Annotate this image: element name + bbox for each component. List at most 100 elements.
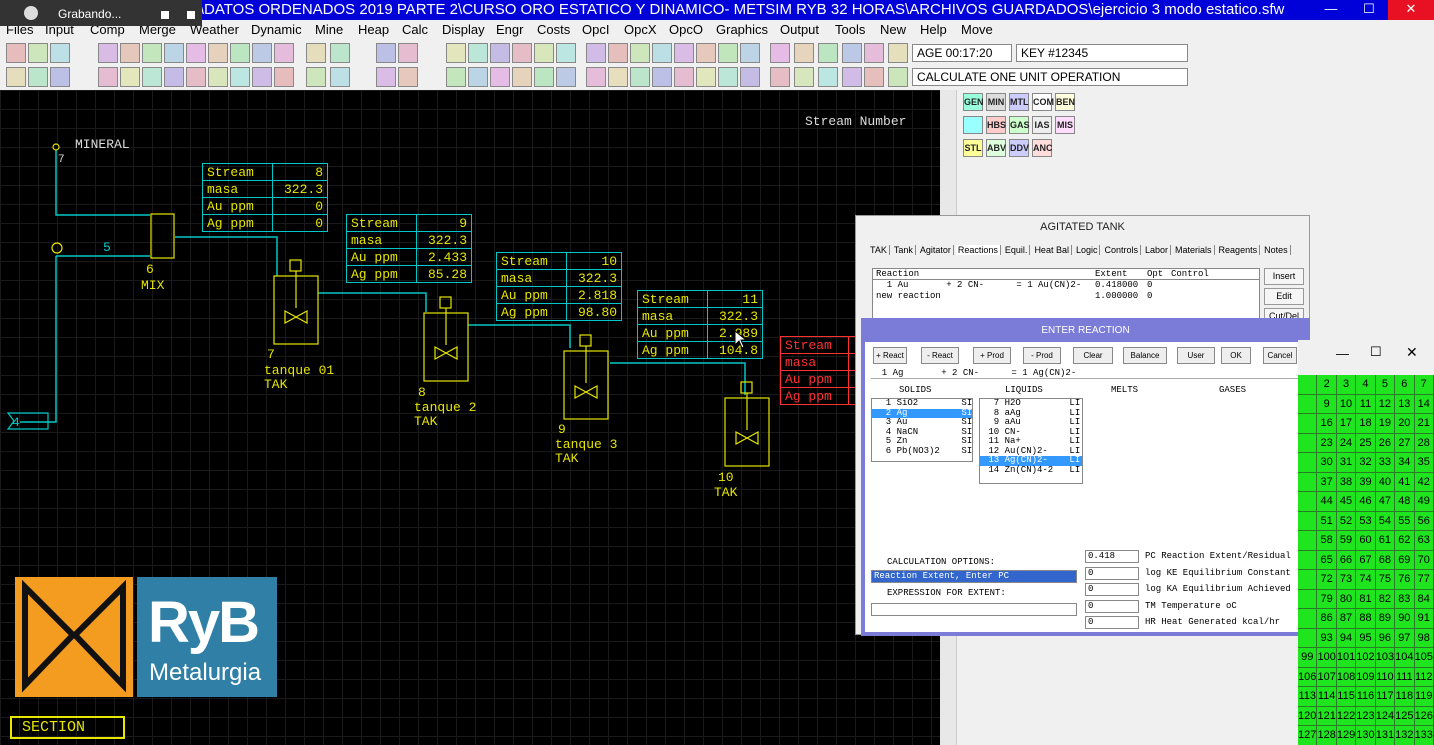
- prod-button[interactable]: + Prod: [973, 347, 1011, 364]
- tab-reagents[interactable]: Reagents: [1217, 245, 1261, 255]
- grid-cell[interactable]: 104: [1395, 648, 1415, 668]
- param-input[interactable]: 0: [1085, 583, 1139, 596]
- grid-cell[interactable]: 23: [1317, 433, 1337, 453]
- tab-heatbal[interactable]: Heat Bal: [1032, 245, 1072, 255]
- grid-cell[interactable]: 2: [1317, 375, 1337, 395]
- maximize-button[interactable]: ☐: [1350, 0, 1388, 20]
- grid-cell[interactable]: 10: [1336, 394, 1357, 414]
- expression-input[interactable]: [871, 603, 1077, 616]
- grid-cell[interactable]: 116: [1356, 687, 1376, 707]
- menu-costs[interactable]: Costs: [537, 20, 570, 40]
- stop-icon[interactable]: [187, 11, 195, 19]
- grid-cell[interactable]: 76: [1395, 570, 1415, 590]
- grid-cell[interactable]: 9: [1317, 394, 1337, 414]
- toolbar-tool-icon[interactable]: [718, 67, 738, 87]
- grid-cell[interactable]: 96: [1375, 628, 1396, 648]
- grid-cell[interactable]: 13: [1395, 394, 1415, 414]
- grid-cell[interactable]: 82: [1375, 589, 1396, 609]
- grid-cell[interactable]: 115: [1336, 687, 1357, 707]
- tab-logic[interactable]: Logic: [1074, 245, 1101, 255]
- grid-cell[interactable]: 93: [1317, 628, 1337, 648]
- grid-cell[interactable]: [1298, 472, 1318, 492]
- toolbar-tool-icon[interactable]: [330, 67, 350, 87]
- grid-cell[interactable]: 45: [1336, 492, 1357, 512]
- menu-new[interactable]: New: [880, 20, 906, 40]
- grid-cell[interactable]: 60: [1356, 531, 1376, 551]
- grid-cell[interactable]: 97: [1395, 628, 1415, 648]
- toolbar-tool-icon[interactable]: [186, 67, 206, 87]
- cancel-button[interactable]: Cancel: [1263, 347, 1297, 364]
- toolbar-tool-icon[interactable]: [468, 67, 488, 87]
- param-input[interactable]: 0: [1085, 616, 1139, 629]
- toolbar-tool-icon[interactable]: [770, 43, 790, 63]
- grid-cell[interactable]: 132: [1395, 726, 1415, 745]
- toolbar-tool-icon[interactable]: [674, 43, 694, 63]
- grid-cell[interactable]: 95: [1356, 628, 1376, 648]
- grid-cell[interactable]: 28: [1414, 433, 1434, 453]
- grid-cell[interactable]: 89: [1375, 609, 1396, 629]
- toolbar-tool-icon[interactable]: [718, 43, 738, 63]
- grid-cell[interactable]: 68: [1375, 550, 1396, 570]
- grid-cell[interactable]: 4: [1356, 375, 1376, 395]
- grid-cell[interactable]: 58: [1317, 531, 1337, 551]
- number-grid[interactable]: 2 3 4 5 6 7 9 10 11 12 13 14 16 17 18 19 20 21 23 24 25 26 27 2…: [1298, 375, 1434, 745]
- grid-cell[interactable]: 66: [1336, 550, 1357, 570]
- grid-cell[interactable]: 48: [1395, 492, 1415, 512]
- grid-cell[interactable]: [1298, 609, 1318, 629]
- toolbar-tool-icon[interactable]: [512, 67, 532, 87]
- grid-cell[interactable]: [1298, 570, 1318, 590]
- toolbar-tool-icon[interactable]: [818, 67, 838, 87]
- grid-cell[interactable]: 52: [1336, 511, 1357, 531]
- toolbar-tool-icon[interactable]: [398, 67, 418, 87]
- grid-cell[interactable]: 75: [1375, 570, 1396, 590]
- grid-cell[interactable]: [1298, 375, 1318, 395]
- toolbar-tool-icon[interactable]: [142, 67, 162, 87]
- toolbar-tool-icon[interactable]: [376, 43, 396, 63]
- grid-cell[interactable]: 21: [1414, 414, 1434, 434]
- grid-cell[interactable]: [1298, 628, 1318, 648]
- grid-cell[interactable]: 107: [1317, 667, 1337, 687]
- grid-cell[interactable]: 80: [1336, 589, 1357, 609]
- calc-options-select[interactable]: Reaction Extent, Enter PC: [871, 570, 1077, 583]
- toolbar-tool-icon[interactable]: [534, 43, 554, 63]
- grid-cell[interactable]: 122: [1336, 706, 1357, 726]
- toolbar-tool-icon[interactable]: [630, 67, 650, 87]
- grid-cell[interactable]: 40: [1375, 472, 1396, 492]
- tab-agitator[interactable]: Agitator: [918, 245, 954, 255]
- toolbar-tool-icon[interactable]: [556, 67, 576, 87]
- insert-button[interactable]: Insert: [1264, 268, 1304, 285]
- grid-cell[interactable]: 119: [1414, 687, 1434, 707]
- toolbar-tool-icon[interactable]: [274, 43, 294, 63]
- grid-cell[interactable]: 6: [1395, 375, 1415, 395]
- grid-cell[interactable]: 19: [1375, 414, 1396, 434]
- grid-cell[interactable]: 108: [1336, 667, 1357, 687]
- ok-button[interactable]: OK: [1221, 347, 1251, 364]
- grid-cell[interactable]: 27: [1395, 433, 1415, 453]
- grid-cell[interactable]: 49: [1414, 492, 1434, 512]
- grid-cell[interactable]: 99: [1298, 648, 1318, 668]
- grid-cell[interactable]: 33: [1375, 453, 1396, 473]
- grid-cell[interactable]: 38: [1336, 472, 1357, 492]
- toolbar-tool-icon[interactable]: [306, 67, 326, 87]
- toolbar-tool-icon[interactable]: [556, 43, 576, 63]
- grid-cell[interactable]: 67: [1356, 550, 1376, 570]
- grid-cell[interactable]: 83: [1395, 589, 1415, 609]
- menu-move[interactable]: Move: [961, 20, 993, 40]
- grid-cell[interactable]: 26: [1375, 433, 1396, 453]
- grid-cell[interactable]: 35: [1414, 453, 1434, 473]
- toolbar-tool-icon[interactable]: [740, 43, 760, 63]
- palette-hbs-button[interactable]: HBS: [986, 116, 1006, 134]
- toolbar-tool-icon[interactable]: [120, 43, 140, 63]
- grid-cell[interactable]: 46: [1356, 492, 1376, 512]
- grid-cell[interactable]: 130: [1356, 726, 1376, 745]
- toolbar-tool-icon[interactable]: [842, 43, 862, 63]
- liquid-item[interactable]: 14 Zn(CN)4-2 LI: [980, 465, 1082, 476]
- toolbar-tool-icon[interactable]: [274, 67, 294, 87]
- toolbar-tool-icon[interactable]: [586, 67, 606, 87]
- close-button[interactable]: ✕: [1388, 0, 1434, 20]
- tab-tak[interactable]: TAK: [868, 245, 890, 255]
- grid-cell[interactable]: 81: [1356, 589, 1376, 609]
- toolbar-tool-icon[interactable]: [252, 43, 272, 63]
- grid-cell[interactable]: 16: [1317, 414, 1337, 434]
- grid-cell[interactable]: 112: [1414, 667, 1434, 687]
